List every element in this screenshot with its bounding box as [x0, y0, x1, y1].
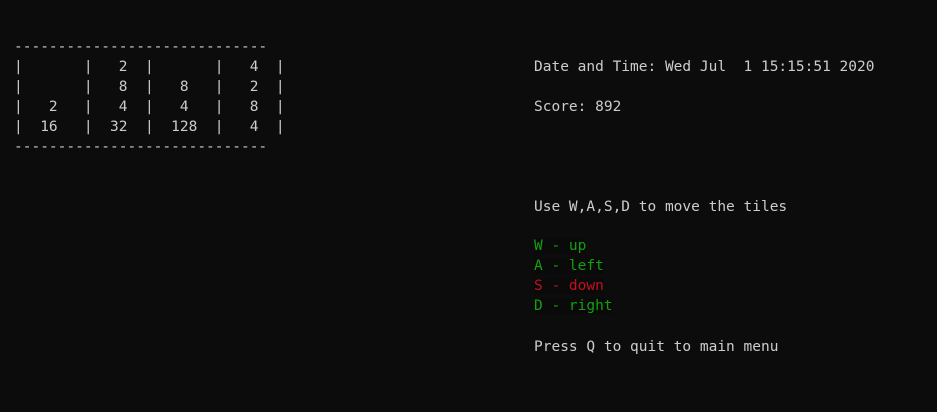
- board-row: | | 8 | 8 | 2 |: [14, 79, 285, 95]
- board-row: | | 2 | | 4 |: [14, 59, 285, 75]
- quit-instruction: Press Q to quit to main menu: [534, 339, 779, 355]
- control-right: D - right: [534, 296, 613, 316]
- control-left-label: A - left: [534, 258, 604, 274]
- control-up: W - up: [534, 236, 613, 256]
- board-top-border: -----------------------------: [14, 39, 268, 55]
- control-down: S - down: [534, 276, 613, 296]
- game-info: Date and Time: Wed Jul 1 15:15:51 2020 S…: [534, 57, 874, 217]
- controls-legend: W - up A - left S - down D - right: [534, 236, 613, 316]
- game-board: ----------------------------- | | 2 | | …: [14, 37, 285, 157]
- instructions: Use W,A,S,D to move the tiles: [534, 199, 788, 215]
- score: Score: 892: [534, 99, 622, 115]
- board-bottom-border: -----------------------------: [14, 139, 268, 155]
- date-time: Date and Time: Wed Jul 1 15:15:51 2020: [534, 59, 875, 75]
- board-row: | 2 | 4 | 4 | 8 |: [14, 99, 285, 115]
- control-up-label: W - up: [534, 238, 587, 254]
- board-row: | 16 | 32 | 128 | 4 |: [14, 119, 285, 135]
- control-left: A - left: [534, 256, 613, 276]
- control-down-label: S - down: [534, 278, 604, 294]
- control-right-label: D - right: [534, 298, 613, 314]
